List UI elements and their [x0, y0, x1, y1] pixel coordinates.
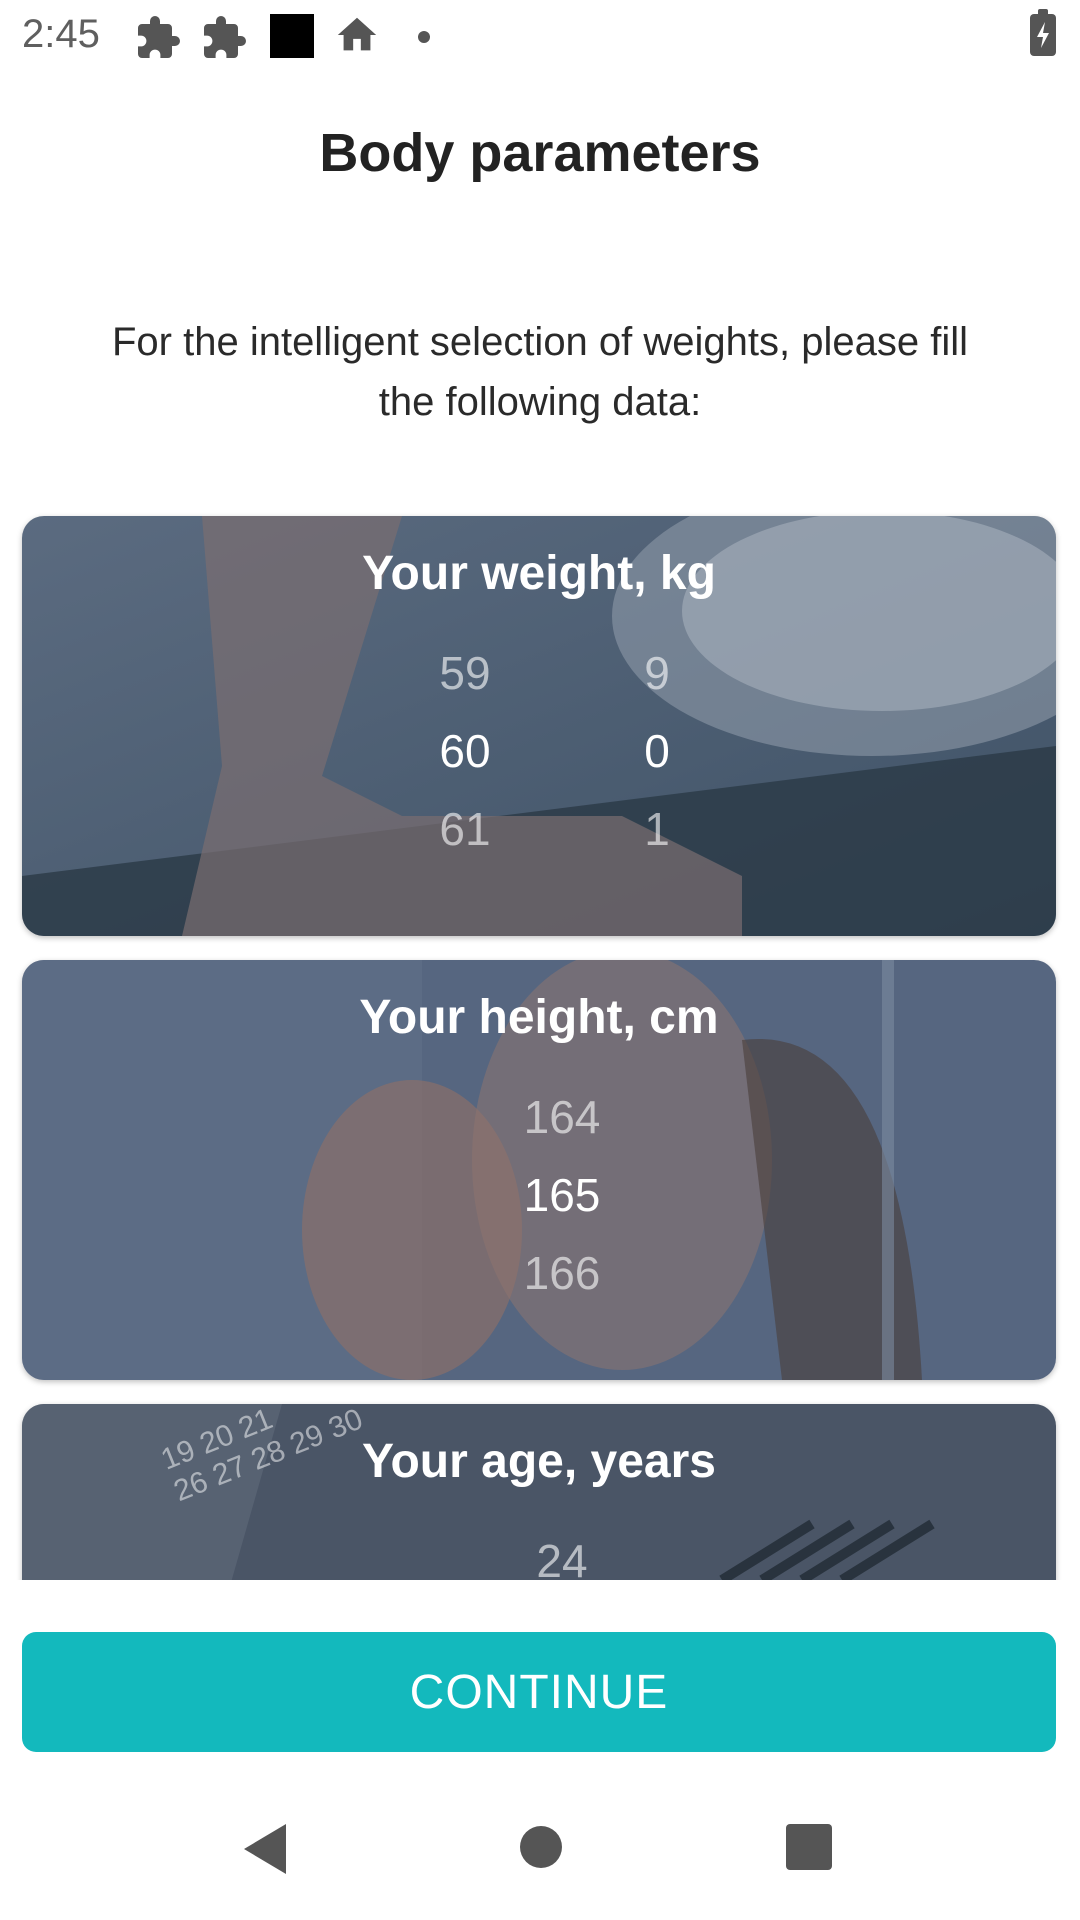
home-circle-icon[interactable] [518, 1824, 564, 1875]
puzzle-icon [200, 14, 248, 67]
black-square-icon [270, 14, 314, 63]
page-title: Body parameters [319, 123, 761, 183]
age-card-title: Your age, years [362, 1435, 716, 1488]
picker-value-prev[interactable]: 164 [502, 1090, 622, 1144]
picker-value-next[interactable]: 1 [597, 802, 717, 856]
parameters-scroll-area[interactable]: Your weight, kg 59 60 61 9 0 1 Your heig… [0, 500, 1080, 1580]
picker-value-selected[interactable]: 0 [597, 724, 717, 778]
picker-value-prev[interactable]: 59 [405, 646, 525, 700]
dot-icon [418, 30, 430, 48]
continue-button[interactable]: CONTINUE [22, 1632, 1056, 1752]
back-icon[interactable] [240, 1822, 290, 1881]
picker-value-selected[interactable]: 60 [405, 724, 525, 778]
picker-value-next[interactable]: 166 [502, 1246, 622, 1300]
puzzle-icon [134, 14, 182, 67]
weight-card: Your weight, kg 59 60 61 9 0 1 [22, 516, 1056, 936]
age-card: 19 20 21 26 27 28 29 30 Your age, years … [22, 1404, 1056, 1580]
picker-value-selected[interactable]: 165 [502, 1168, 622, 1222]
height-card: Your height, cm 164 165 166 [22, 960, 1056, 1380]
height-card-title: Your height, cm [359, 991, 719, 1044]
picker-value-prev[interactable]: 9 [597, 646, 717, 700]
navigation-bar [0, 1790, 1080, 1920]
page-subtitle: For the intelligent selection of weights… [111, 320, 968, 424]
weight-card-title: Your weight, kg [362, 547, 716, 600]
picker-value-prev[interactable]: 24 [502, 1534, 622, 1580]
battery-charging-icon [1030, 9, 1056, 56]
status-bar: 2:45 [0, 0, 1080, 76]
picker-value-next[interactable]: 61 [405, 802, 525, 856]
home-icon [334, 12, 380, 63]
status-time: 2:45 [22, 12, 100, 56]
recents-icon[interactable] [786, 1824, 832, 1875]
